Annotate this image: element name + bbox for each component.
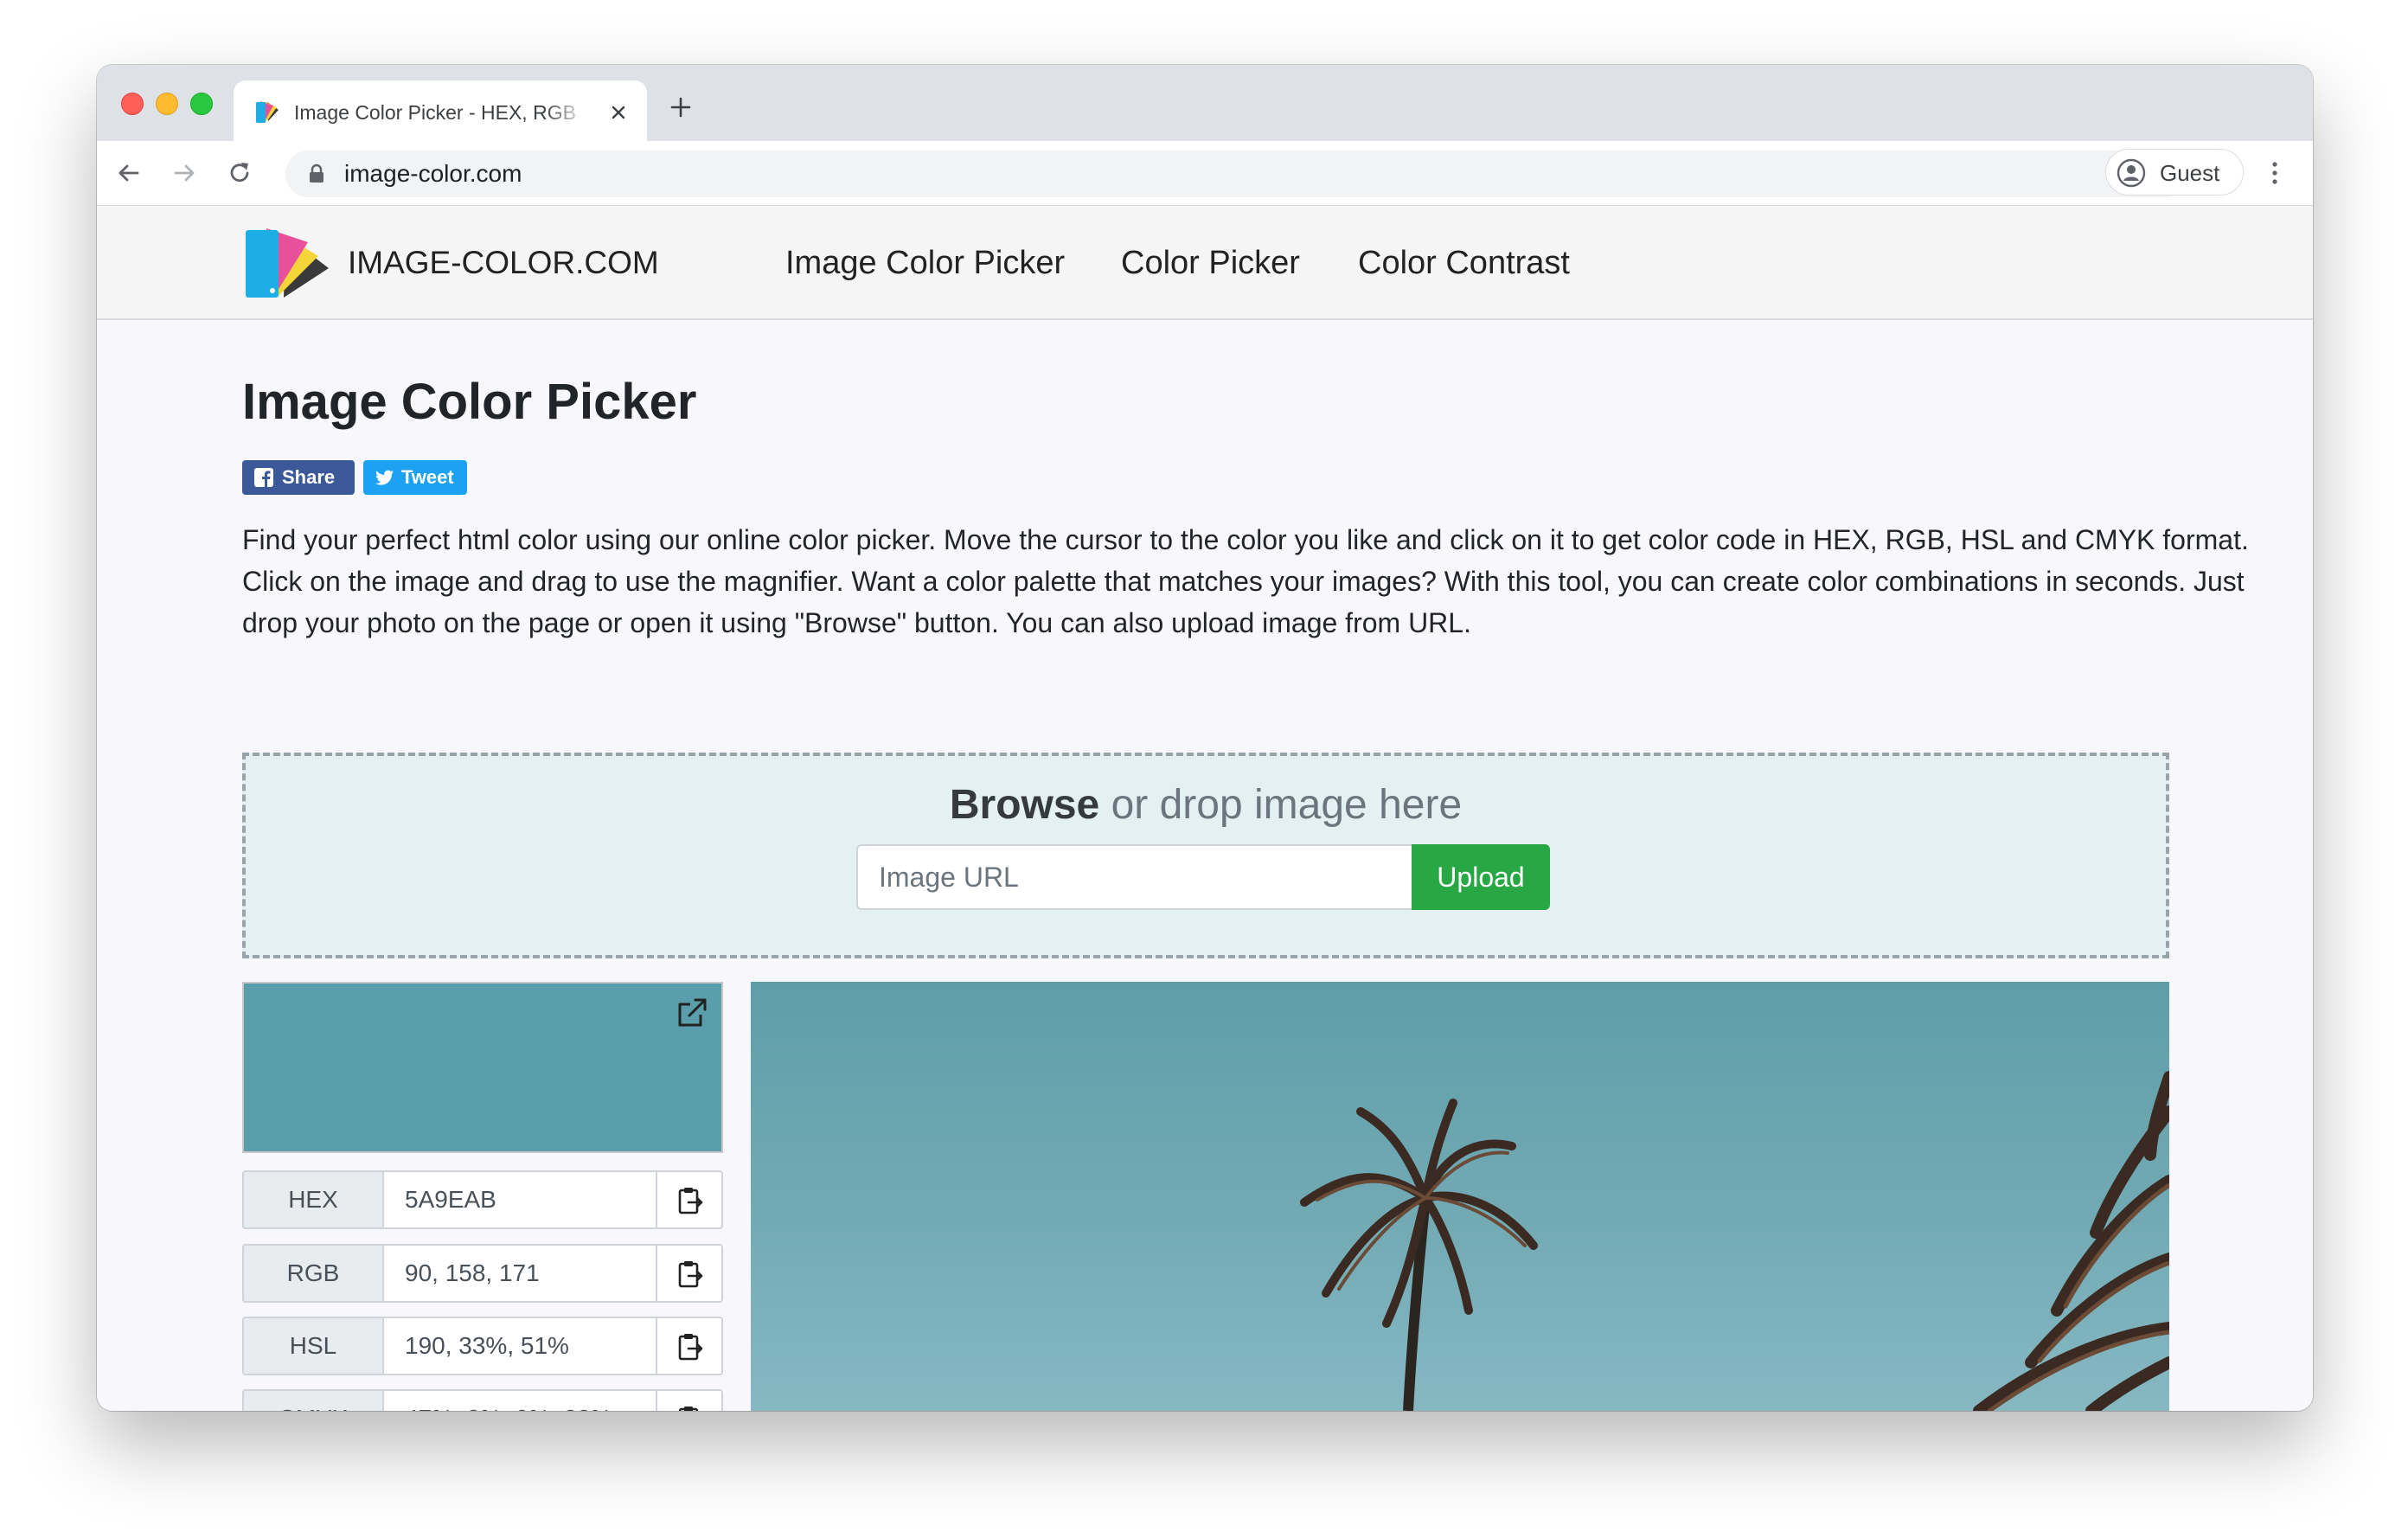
browser-window: Image Color Picker - HEX, RGB image-colo…: [97, 65, 2313, 1411]
drop-hint: or drop image here: [1099, 782, 1463, 828]
site-logo-icon[interactable]: [244, 223, 330, 301]
facebook-icon: [254, 468, 273, 487]
page-title: Image Color Picker: [242, 374, 697, 430]
maximize-window-button[interactable]: [190, 93, 213, 115]
browser-tab-active[interactable]: Image Color Picker - HEX, RGB: [234, 80, 647, 141]
hex-value[interactable]: 5A9EAB: [382, 1170, 657, 1229]
rgb-label: RGB: [242, 1244, 382, 1303]
rgb-value[interactable]: 90, 158, 171: [382, 1244, 657, 1303]
user-avatar-icon: [2117, 158, 2146, 188]
site-navbar: IMAGE-COLOR.COM Image Color Picker Color…: [97, 206, 2313, 320]
clipboard-icon: [678, 1261, 703, 1288]
twitter-tweet-button[interactable]: Tweet: [363, 460, 467, 495]
cmyk-code-row: CMYK 47%, 8%, 0%, 33%: [242, 1389, 723, 1411]
tweet-label: Tweet: [401, 466, 454, 488]
palm-tree-photo: [1300, 1071, 2169, 1411]
browse-link[interactable]: Browse: [950, 782, 1099, 828]
site-favicon-icon: [256, 101, 279, 123]
image-url-input[interactable]: [856, 844, 1412, 910]
tab-title: Image Color Picker - HEX, RGB: [294, 101, 576, 124]
nav-color-picker[interactable]: Color Picker: [1121, 244, 1300, 282]
browser-toolbar: image-color.com Guest: [97, 141, 2313, 206]
address-bar[interactable]: image-color.com: [285, 151, 2188, 197]
uploaded-image-canvas[interactable]: [751, 982, 2169, 1411]
hex-label: HEX: [242, 1170, 382, 1229]
hsl-value[interactable]: 190, 33%, 51%: [382, 1317, 657, 1375]
rgb-copy-button[interactable]: [656, 1244, 723, 1303]
url-text: image-color.com: [344, 160, 522, 187]
hsl-label: HSL: [242, 1317, 382, 1375]
drop-zone-title: Browse or drop image here: [246, 780, 2166, 830]
forward-arrow-icon[interactable]: [170, 158, 199, 188]
share-label: Share: [282, 466, 336, 488]
hsl-copy-button[interactable]: [656, 1317, 723, 1375]
new-tab-icon[interactable]: [668, 94, 694, 120]
rgb-code-row: RGB 90, 158, 171: [242, 1244, 723, 1303]
clipboard-icon: [678, 1188, 703, 1214]
reload-icon[interactable]: [225, 158, 254, 188]
web-page: IMAGE-COLOR.COM Image Color Picker Color…: [97, 206, 2313, 1411]
page-description: Find your perfect html color using our o…: [242, 524, 2249, 638]
external-link-icon[interactable]: [675, 996, 709, 1030]
cmyk-value[interactable]: 47%, 8%, 0%, 33%: [382, 1389, 657, 1411]
picked-color-swatch: [242, 982, 723, 1153]
cmyk-copy-button[interactable]: [656, 1389, 723, 1411]
minimize-window-button[interactable]: [156, 93, 178, 115]
twitter-bird-icon: [375, 470, 394, 485]
tab-strip: Image Color Picker - HEX, RGB: [97, 65, 2313, 141]
upload-button[interactable]: Upload: [1412, 844, 1550, 910]
profile-name: Guest: [2160, 160, 2220, 186]
browser-menu-icon[interactable]: [2270, 158, 2280, 188]
cmyk-label: CMYK: [242, 1389, 382, 1411]
nav-color-contrast[interactable]: Color Contrast: [1358, 244, 1570, 282]
image-drop-zone[interactable]: Browse or drop image here Upload: [242, 753, 2169, 958]
hsl-code-row: HSL 190, 33%, 51%: [242, 1317, 723, 1375]
clipboard-icon: [678, 1407, 699, 1411]
profile-button[interactable]: Guest: [2105, 149, 2244, 195]
facebook-share-button[interactable]: Share: [242, 460, 355, 495]
site-brand[interactable]: IMAGE-COLOR.COM: [348, 244, 659, 282]
hex-code-row: HEX 5A9EAB: [242, 1170, 723, 1229]
nav-image-color-picker[interactable]: Image Color Picker: [785, 244, 1065, 282]
clipboard-icon: [678, 1334, 703, 1361]
lock-icon: [310, 163, 323, 183]
close-window-button[interactable]: [121, 93, 144, 115]
back-arrow-icon[interactable]: [114, 158, 144, 188]
hex-copy-button[interactable]: [656, 1170, 723, 1229]
close-tab-icon[interactable]: [607, 101, 630, 124]
